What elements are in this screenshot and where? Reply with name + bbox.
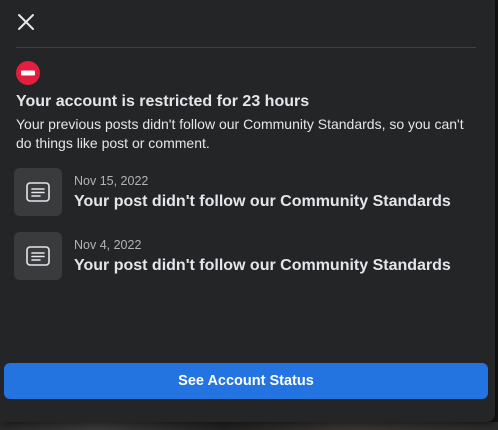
restriction-title: Your account is restricted for 23 hours [16, 93, 310, 110]
violation-list: Nov 15, 2022 Your post didn't follow our… [14, 168, 484, 296]
violation-date: Nov 15, 2022 [74, 174, 149, 188]
see-account-status-button[interactable]: See Account Status [4, 363, 488, 399]
violation-title: Your post didn't follow our Community St… [74, 193, 451, 210]
violation-icon-box [14, 232, 62, 280]
close-button[interactable] [12, 8, 40, 36]
document-icon [26, 182, 50, 202]
violation-item[interactable]: Nov 4, 2022 Your post didn't follow our … [14, 232, 484, 281]
close-icon [18, 14, 34, 30]
document-icon [26, 246, 50, 266]
violation-date: Nov 4, 2022 [74, 238, 142, 252]
violation-item[interactable]: Nov 15, 2022 Your post didn't follow our… [14, 168, 484, 217]
no-entry-icon [16, 61, 40, 85]
violation-title: Your post didn't follow our Community St… [74, 257, 451, 274]
violation-icon-box [14, 168, 62, 216]
account-restricted-dialog: Your account is restricted for 23 hours … [0, 0, 495, 422]
header-divider [16, 47, 476, 48]
restriction-description: Your previous posts didn't follow our Co… [16, 116, 464, 151]
background-content [0, 422, 498, 430]
